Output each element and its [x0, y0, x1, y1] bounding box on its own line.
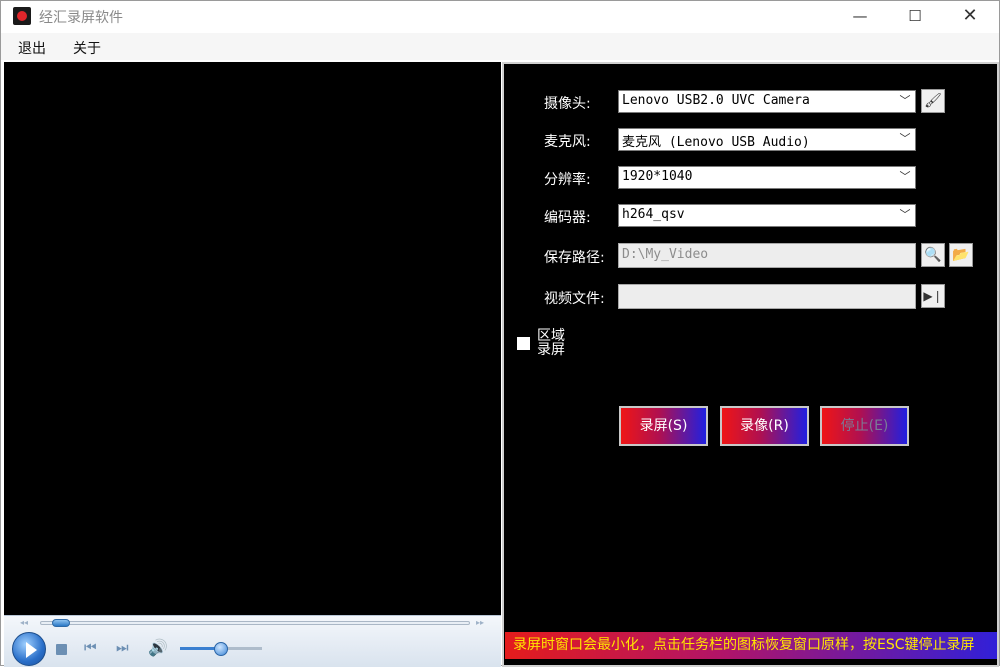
resolution-value: 1920*1040 [622, 169, 693, 184]
status-message: 录屏时窗口会最小化，点击任务栏的图标恢复窗口原样，按ESC键停止录屏 [505, 632, 997, 659]
previous-icon[interactable]: ⏮ [84, 640, 97, 656]
camera-settings-button[interactable]: 🖌 [921, 89, 945, 113]
stop-icon[interactable] [56, 644, 67, 655]
video-file-label: 视频文件: [544, 291, 605, 307]
media-player-controls: ◂◂ ▸▸ ⏮ ⏭ 🔊 [4, 615, 501, 667]
encoder-value: h264_qsv [622, 207, 685, 222]
region-record-checkbox[interactable] [517, 337, 530, 350]
camera-value: Lenovo USB2.0 UVC Camera [622, 93, 810, 108]
microphone-value: 麦克风 (Lenovo USB Audio) [622, 135, 810, 150]
resolution-label: 分辨率: [544, 172, 591, 188]
record-camera-button[interactable]: 录像(R) [720, 406, 809, 446]
chevron-down-icon: ﹀ [899, 208, 911, 221]
save-path-label: 保存路径: [544, 250, 605, 266]
save-path-field: D:\My_Video [618, 243, 916, 268]
play-button[interactable] [12, 632, 46, 666]
encoder-label: 编码器: [544, 210, 591, 226]
resolution-select[interactable]: 1920*1040 ﹀ [618, 166, 916, 189]
app-logo-icon [13, 7, 31, 25]
play-file-button[interactable]: ▶❘ [921, 284, 945, 308]
title-bar[interactable]: 经汇录屏软件 — ☐ ✕ [1, 1, 999, 31]
brush-icon: 🖌 [924, 93, 942, 109]
close-button[interactable]: ✕ [947, 1, 993, 31]
chevron-down-icon: ﹀ [899, 94, 911, 107]
encoder-select[interactable]: h264_qsv ﹀ [618, 204, 916, 227]
camera-label: 摄像头: [544, 96, 591, 112]
camera-select[interactable]: Lenovo USB2.0 UVC Camera ﹀ [618, 90, 916, 113]
folder-open-icon: 📂 [952, 247, 970, 263]
microphone-select[interactable]: 麦克风 (Lenovo USB Audio) ﹀ [618, 128, 916, 151]
app-window: 经汇录屏软件 — ☐ ✕ 退出 关于 ◂◂ ▸▸ ⏮ ⏭ 🔊 摄像头: Leno… [0, 0, 1000, 667]
menu-about[interactable]: 关于 [73, 38, 101, 58]
seek-forward-icon[interactable]: ▸▸ [476, 618, 484, 627]
browse-path-button[interactable]: 🔍 [921, 243, 945, 267]
minimize-button[interactable]: — [837, 1, 883, 31]
video-file-field [618, 284, 916, 309]
seek-knob[interactable] [52, 619, 71, 627]
next-icon[interactable]: ⏭ [116, 640, 129, 656]
microphone-label: 麦克风: [544, 134, 591, 150]
volume-icon[interactable]: 🔊 [148, 638, 168, 657]
play-next-icon: ▶❘ [923, 289, 943, 303]
volume-knob[interactable] [214, 642, 228, 656]
save-path-value: D:\My_Video [622, 247, 709, 262]
menu-exit[interactable]: 退出 [18, 38, 46, 58]
seek-back-icon[interactable]: ◂◂ [20, 618, 28, 627]
menu-bar: 退出 关于 [1, 33, 999, 60]
magnifier-icon: 🔍 [924, 247, 942, 263]
chevron-down-icon: ﹀ [899, 170, 911, 183]
stop-button[interactable]: 停止(E) [820, 406, 909, 446]
seek-bar[interactable] [40, 621, 470, 625]
region-record-label: 区域录屏 [537, 328, 565, 358]
record-screen-button[interactable]: 录屏(S) [619, 406, 708, 446]
window-title: 经汇录屏软件 [39, 10, 123, 26]
settings-panel [502, 62, 999, 667]
video-preview [4, 62, 501, 615]
maximize-button[interactable]: ☐ [892, 1, 938, 31]
chevron-down-icon: ﹀ [899, 132, 911, 145]
open-folder-button[interactable]: 📂 [949, 243, 973, 267]
